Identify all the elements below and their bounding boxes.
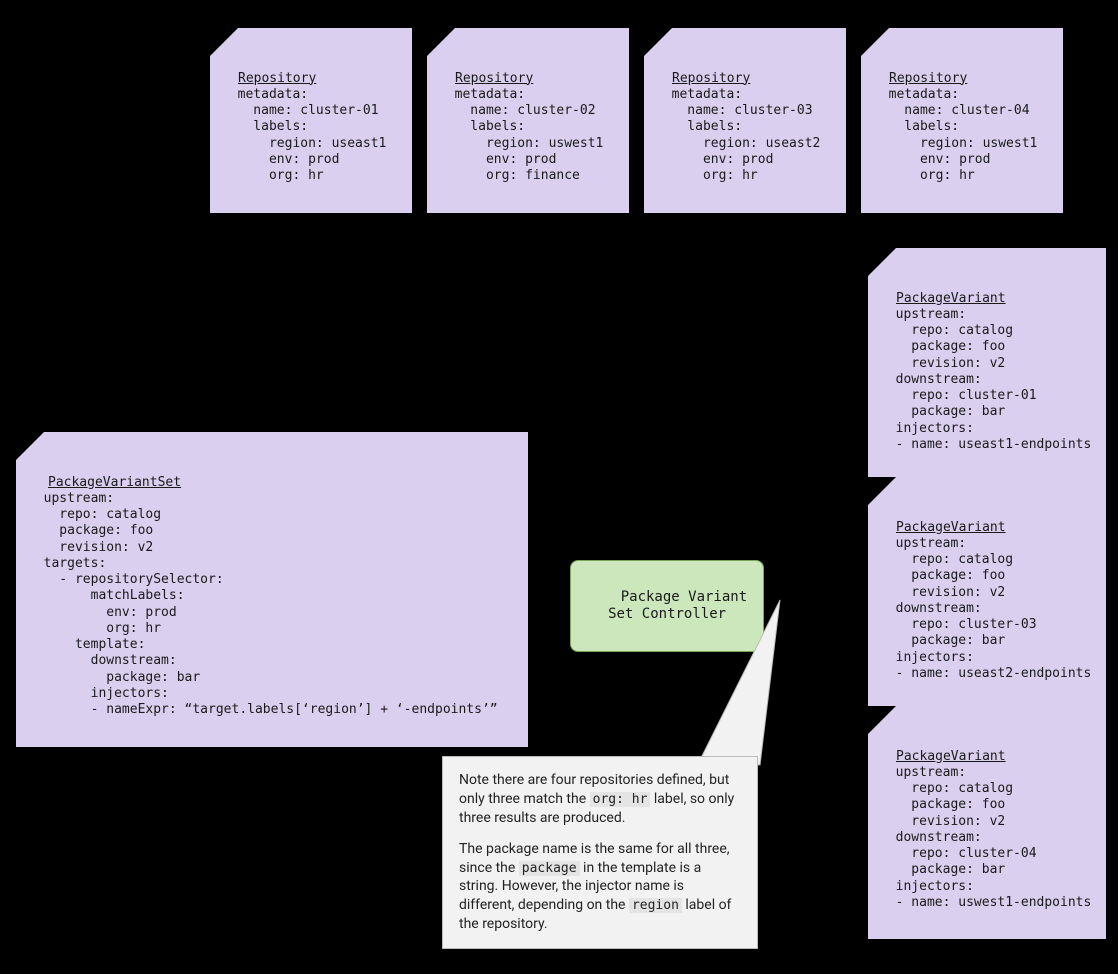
code-org-hr: org: hr: [590, 792, 651, 807]
code-region: region: [629, 898, 682, 913]
diagram-stage: Repository metadata: name: cluster-01 la…: [0, 0, 1118, 974]
note-box: Note there are four repositories defined…: [442, 756, 758, 949]
note-paragraph-1: Note there are four repositories defined…: [459, 771, 741, 828]
code-package: package: [519, 861, 580, 876]
note-paragraph-2: The package name is the same for all thr…: [459, 840, 741, 934]
